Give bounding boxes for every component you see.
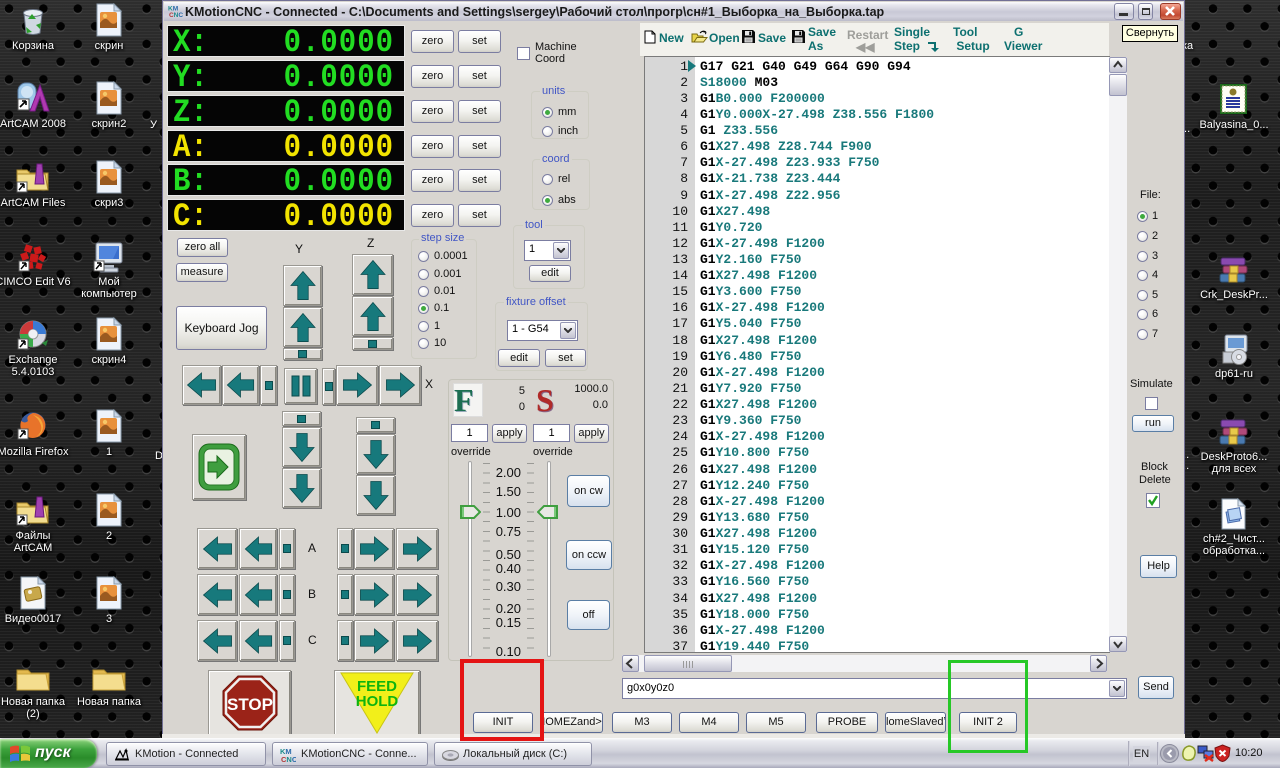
svg-text:CNC: CNC (281, 755, 296, 763)
svg-text:HOLD: HOLD (356, 693, 399, 710)
svg-text:CNC: CNC (169, 12, 183, 19)
svg-text:STOP: STOP (227, 695, 273, 714)
